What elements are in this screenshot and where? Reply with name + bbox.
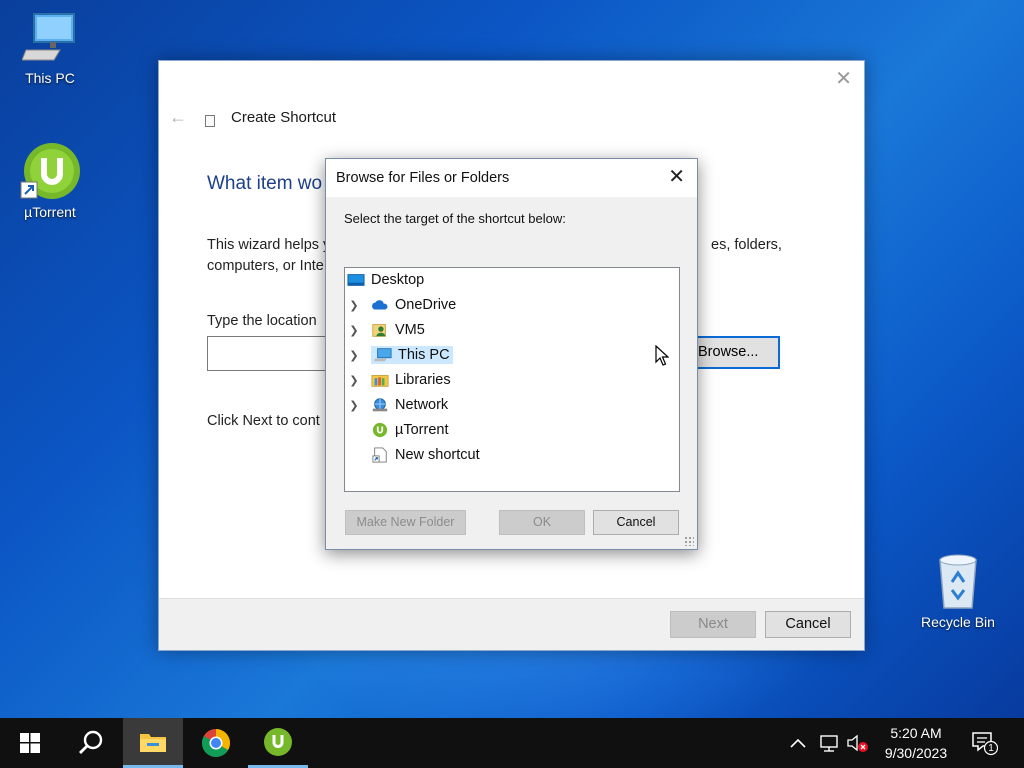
windows-logo-icon <box>20 733 40 753</box>
tree-item-label: VM5 <box>395 322 425 338</box>
network-monitor-icon <box>820 735 838 752</box>
file-explorer-icon <box>140 733 166 752</box>
utorrent-icon <box>264 727 292 756</box>
chevron-right-icon[interactable]: ❯ <box>349 349 359 362</box>
volume-muted-icon <box>847 734 868 752</box>
ok-button[interactable]: OK <box>499 510 585 535</box>
tree-item-label: Network <box>395 397 449 413</box>
browse-dialog-title: Browse for Files or Folders <box>336 170 510 186</box>
wizard-cancel-button[interactable]: Cancel <box>765 611 851 638</box>
tree-item-label: OneDrive <box>395 297 457 313</box>
browse-dialog-titlebar: Browse for Files or Folders ✕ <box>326 159 697 197</box>
tree-item-label: New shortcut <box>395 447 480 463</box>
browse-cancel-button[interactable]: Cancel <box>593 510 679 535</box>
desktop-icon-label: This PC <box>25 70 75 86</box>
tree-item-label: Desktop <box>371 272 425 288</box>
tree-item-label: µTorrent <box>395 422 449 438</box>
tree-item-this-pc[interactable]: ❯ This PC <box>349 344 453 366</box>
make-new-folder-button[interactable]: Make New Folder <box>345 510 466 535</box>
desktop-icon-label: µTorrent <box>24 204 76 220</box>
chevron-right-icon[interactable]: ❯ <box>349 299 359 312</box>
wizard-description: This wizard helps y <box>207 237 331 253</box>
chevron-right-icon[interactable]: ❯ <box>349 399 359 412</box>
network-icon <box>372 398 388 412</box>
taskbar-chrome[interactable] <box>186 718 246 768</box>
next-button[interactable]: Next <box>670 611 756 638</box>
recycle-bin-icon <box>939 554 977 609</box>
taskbar-clock[interactable]: 5:20 AM 9/30/2023 <box>876 723 956 763</box>
this-pc-icon <box>22 13 75 61</box>
desktop-icon-this-pc[interactable]: This PC <box>8 10 92 86</box>
browse-button[interactable]: Browse... <box>696 336 780 369</box>
tree-item-new-shortcut[interactable]: New shortcut <box>371 444 480 466</box>
location-label: Type the location <box>207 313 317 329</box>
mouse-cursor-icon <box>655 345 669 366</box>
start-button[interactable] <box>0 718 60 768</box>
tree-item-vm5[interactable]: ❯ VM5 <box>349 319 425 341</box>
volume-tray-button[interactable] <box>846 718 870 768</box>
desktop-icon-label: Recycle Bin <box>921 614 995 630</box>
libraries-folder-icon <box>371 375 389 387</box>
desktop-icon-utorrent[interactable]: µTorrent <box>8 142 92 220</box>
wizard-close-button[interactable]: ✕ <box>835 69 852 89</box>
computer-icon <box>374 348 392 362</box>
tree-item-network[interactable]: ❯ Network <box>349 394 448 416</box>
taskbar-file-explorer[interactable] <box>123 718 183 768</box>
show-hidden-icons-button[interactable] <box>790 718 806 768</box>
search-icon <box>79 730 103 754</box>
browse-dialog: Browse for Files or Folders ✕ Select the… <box>325 158 698 550</box>
wizard-title: Create Shortcut <box>231 109 337 126</box>
chevron-right-icon[interactable]: ❯ <box>349 374 359 387</box>
chevron-right-icon[interactable]: ❯ <box>349 324 359 337</box>
desktop-folder-icon <box>347 274 365 286</box>
click-next-text: Click Next to cont <box>207 413 320 429</box>
back-arrow-icon[interactable]: ← <box>169 107 187 128</box>
shortcut-file-icon <box>372 447 387 463</box>
tree-item-desktop[interactable]: Desktop <box>347 269 424 291</box>
chevron-up-icon <box>790 738 806 748</box>
utorrent-icon <box>372 422 388 438</box>
clock-time: 5:20 AM <box>890 725 942 741</box>
tree-item-libraries[interactable]: ❯ Libraries <box>349 369 451 391</box>
utorrent-icon <box>20 143 80 199</box>
user-folder-icon <box>372 324 386 337</box>
browse-close-button[interactable]: ✕ <box>668 166 685 188</box>
clock-date: 9/30/2023 <box>884 745 948 761</box>
tree-item-utorrent[interactable]: µTorrent <box>371 419 448 441</box>
notification-count: 1 <box>988 743 994 754</box>
taskbar-utorrent[interactable] <box>248 718 308 768</box>
browse-prompt: Select the target of the shortcut below: <box>344 211 566 226</box>
desktop-icon-recycle-bin[interactable]: Recycle Bin <box>916 552 1000 630</box>
chrome-icon <box>202 729 230 757</box>
folder-tree[interactable]: Desktop ❯ OneDrive ❯ VM5 ❯ This PC ❯ Lib… <box>344 267 680 492</box>
tree-item-onedrive[interactable]: ❯ OneDrive <box>349 294 456 316</box>
wizard-description-end: es, folders, <box>711 237 782 253</box>
resize-grip[interactable] <box>684 536 694 546</box>
action-center-button[interactable]: 1 <box>970 718 998 768</box>
tree-item-selection: This PC <box>371 346 453 364</box>
tree-item-label: Libraries <box>395 372 451 388</box>
tree-item-label: This PC <box>398 347 450 363</box>
shortcut-icon <box>205 115 215 127</box>
wizard-heading: What item wo <box>207 173 323 194</box>
wizard-footer: Next Cancel <box>159 598 864 650</box>
onedrive-cloud-icon <box>372 300 388 310</box>
taskbar: 5:20 AM 9/30/2023 1 <box>0 718 1024 768</box>
search-button[interactable] <box>61 718 121 768</box>
network-tray-button[interactable] <box>818 718 840 768</box>
wizard-description-line2: computers, or Inte <box>207 258 324 274</box>
